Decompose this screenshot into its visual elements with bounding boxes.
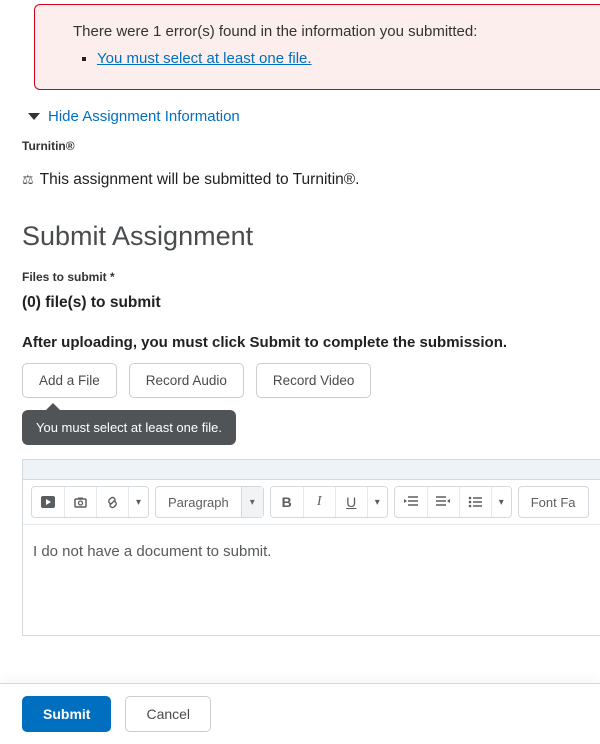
file-buttons-row: Add a File Record Audio Record Video [22, 363, 600, 398]
turnitin-note-row: ⚖ This assignment will be submitted to T… [22, 171, 600, 189]
chevron-down-icon: ▾ [241, 487, 263, 517]
media-group: ▾ [31, 486, 149, 518]
error-item: You must select at least one file. [97, 50, 578, 67]
toggle-label: Hide Assignment Information [48, 108, 240, 125]
turnitin-heading: Turnitin® [22, 139, 600, 153]
footer-bar: Submit Cancel [0, 683, 600, 744]
tooltip-wrap: You must select at least one file. [22, 404, 600, 445]
submit-button[interactable]: Submit [22, 696, 111, 732]
record-audio-button[interactable]: Record Audio [129, 363, 244, 398]
bold-button[interactable]: B [271, 487, 303, 517]
media-more-icon[interactable]: ▾ [128, 487, 148, 517]
caret-down-icon [28, 113, 40, 120]
record-video-button[interactable]: Record Video [256, 363, 372, 398]
indent-icon[interactable] [427, 487, 459, 517]
outdent-icon[interactable] [395, 487, 427, 517]
page-title: Submit Assignment [22, 221, 600, 252]
list-group: ▾ [394, 486, 512, 518]
rich-text-editor: ▾ Paragraph ▾ B I U ▾ [22, 459, 600, 636]
turnitin-note-text: This assignment will be submitted to Tur… [40, 171, 360, 189]
insert-image-icon[interactable] [64, 487, 96, 517]
format-group: B I U ▾ [270, 486, 388, 518]
italic-button[interactable]: I [303, 487, 335, 517]
bullet-list-icon[interactable] [459, 487, 491, 517]
turnitin-icon: ⚖ [22, 172, 34, 188]
paragraph-style-select[interactable]: Paragraph ▾ [155, 486, 264, 518]
files-label: Files to submit * [22, 270, 600, 284]
font-family-select[interactable]: Font Fa [518, 486, 589, 518]
error-link[interactable]: You must select at least one file. [97, 50, 312, 67]
paragraph-style-label: Paragraph [156, 495, 241, 510]
editor-content[interactable]: I do not have a document to submit. [23, 525, 600, 635]
error-list: You must select at least one file. [73, 50, 578, 67]
font-family-label: Font Fa [519, 495, 588, 510]
insert-video-icon[interactable] [32, 487, 64, 517]
error-banner: There were 1 error(s) found in the infor… [34, 4, 600, 90]
cancel-button[interactable]: Cancel [125, 696, 211, 732]
underline-button[interactable]: U [335, 487, 367, 517]
file-error-tooltip: You must select at least one file. [22, 410, 236, 445]
upload-note: After uploading, you must click Submit t… [22, 334, 600, 351]
format-more-icon[interactable]: ▾ [367, 487, 387, 517]
error-title: There were 1 error(s) found in the infor… [73, 23, 578, 40]
editor-toolbar: ▾ Paragraph ▾ B I U ▾ [23, 480, 600, 525]
list-more-icon[interactable]: ▾ [491, 487, 511, 517]
insert-link-icon[interactable] [96, 487, 128, 517]
add-file-button[interactable]: Add a File [22, 363, 117, 398]
files-count: (0) file(s) to submit [22, 294, 600, 312]
editor-banner [23, 460, 600, 480]
toggle-assignment-info[interactable]: Hide Assignment Information [28, 108, 600, 125]
